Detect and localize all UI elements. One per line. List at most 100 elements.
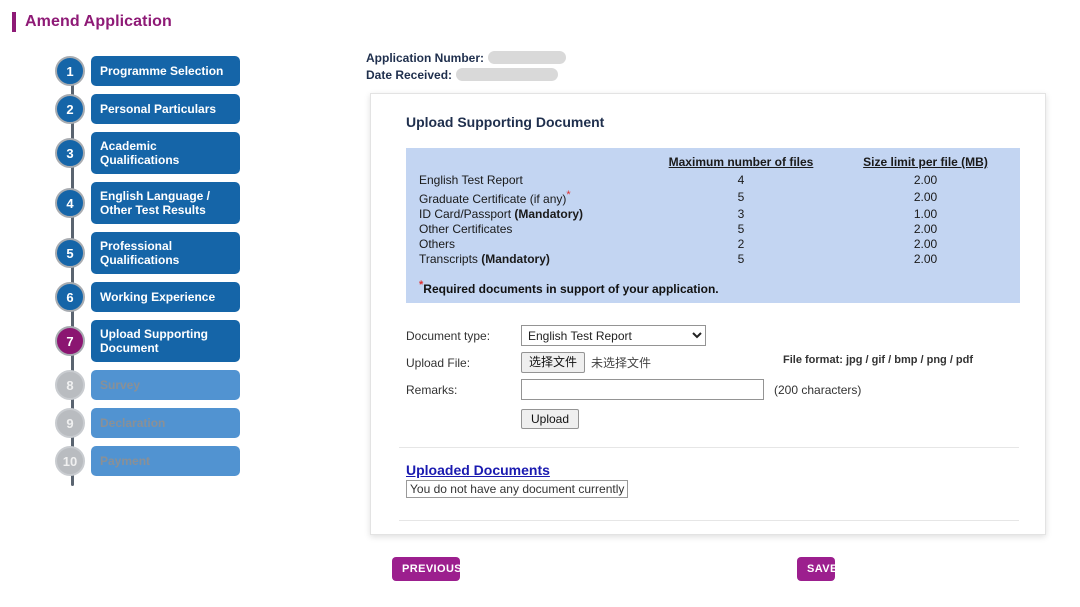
table-cell-max-files: 5 [737, 252, 745, 266]
title-accent-bar [12, 12, 16, 32]
table-cell-size-limit: 2.00 [913, 252, 938, 266]
stepper-number-10: 10 [55, 446, 85, 476]
stepper-label-9: Declaration [91, 408, 240, 438]
document-name-text: Graduate Certificate (if any) [419, 192, 567, 206]
stepper-label-1[interactable]: Programme Selection [91, 56, 240, 86]
remarks-character-hint: (200 characters) [774, 382, 862, 397]
stepper-label-6[interactable]: Working Experience [91, 282, 240, 312]
table-cell-max-files: 2 [737, 237, 745, 251]
choose-file-button[interactable]: 选择文件 [521, 352, 586, 373]
table-row: Transcripts (Mandatory) 5 2.00 [406, 252, 1020, 267]
stepper-label-4[interactable]: English Language / Other Test Results [91, 182, 240, 224]
stepper-number-4: 4 [55, 188, 85, 218]
required-asterisk-icon: * [566, 189, 571, 201]
card-title: Upload Supporting Document [406, 114, 605, 130]
document-name-text: English Test Report [419, 173, 523, 187]
uploaded-documents-heading: Uploaded Documents [406, 462, 550, 478]
stepper-number-9: 9 [55, 408, 85, 438]
upload-button[interactable]: Upload [521, 409, 580, 429]
document-name-text: Other Certificates [419, 222, 513, 236]
date-received-value-redacted [456, 68, 559, 81]
table-cell-size-limit: 2.00 [913, 237, 938, 251]
stepper-item-10: 10 Payment [55, 446, 240, 476]
table-header-row: Maximum number of files Size limit per f… [406, 154, 1020, 173]
column-header-name [406, 154, 651, 173]
document-limits-table: Maximum number of files Size limit per f… [406, 148, 1020, 303]
column-header-size-limit: Size limit per file (MB) [863, 155, 988, 169]
progress-stepper: 1 Programme Selection 2 Personal Particular… [55, 56, 240, 486]
stepper-item-8: 8 Survey [55, 370, 240, 400]
table-note-text: Required documents in support of your ap… [423, 282, 719, 296]
table-cell-size-limit: 2.00 [913, 173, 938, 187]
application-number-row: Application Number: [366, 50, 567, 65]
stepper-label-8: Survey [91, 370, 240, 400]
stepper-item-5[interactable]: 5 Professional Qualifications [55, 232, 240, 274]
column-header-max-files: Maximum number of files [668, 155, 814, 169]
table-row: Others 2 2.00 [406, 237, 1020, 252]
table-cell-document-name: Others [406, 237, 651, 252]
application-number-label: Application Number: [366, 50, 485, 65]
document-mandatory-tag: (Mandatory) [481, 252, 550, 266]
table-cell-max-files: 5 [737, 190, 745, 204]
stepper-number-7: 7 [55, 326, 85, 356]
stepper-item-6[interactable]: 6 Working Experience [55, 282, 240, 312]
table-cell-document-name: Graduate Certificate (if any)* [406, 188, 651, 207]
stepper-label-2[interactable]: Personal Particulars [91, 94, 240, 124]
application-meta: Application Number: Date Received: [366, 50, 567, 84]
page-title: Amend Application [25, 13, 172, 30]
section-divider-bottom [399, 520, 1019, 521]
stepper-item-1[interactable]: 1 Programme Selection [55, 56, 240, 86]
table-cell-size-limit: 1.00 [913, 207, 938, 221]
uploaded-documents-empty-message: You do not have any document currently [406, 480, 629, 498]
table-row: Other Certificates 5 2.00 [406, 222, 1020, 237]
stepper-item-4[interactable]: 4 English Language / Other Test Results [55, 182, 240, 224]
table-required-note: *Required documents in support of your a… [419, 279, 1020, 299]
table-cell-document-name: Other Certificates [406, 222, 651, 237]
stepper-label-5[interactable]: Professional Qualifications [91, 232, 240, 274]
stepper-number-3: 3 [55, 138, 85, 168]
stepper-label-7[interactable]: Upload Supporting Document [91, 320, 240, 362]
table-cell-max-files: 4 [737, 173, 745, 187]
page-title-container: Amend Application [12, 12, 172, 32]
document-name-text: Transcripts [419, 252, 482, 266]
stepper-item-3[interactable]: 3 Academic Qualifications [55, 132, 240, 174]
table-row: English Test Report 4 2.00 [406, 173, 1020, 188]
stepper-item-9: 9 Declaration [55, 408, 240, 438]
table-cell-document-name: ID Card/Passport (Mandatory) [406, 207, 651, 222]
remarks-row: Remarks: (200 characters) [406, 379, 1025, 400]
document-type-label: Document type: [406, 328, 491, 343]
stepper-item-7[interactable]: 7 Upload Supporting Document [55, 320, 240, 362]
document-type-row: Document type: English Test ReportGradua… [406, 325, 1025, 346]
stepper-number-8: 8 [55, 370, 85, 400]
table-cell-document-name: Transcripts (Mandatory) [406, 252, 651, 267]
upload-form: Document type: English Test ReportGradua… [406, 325, 1025, 429]
page-root: Amend Application 1 Programme Selection 2 P… [0, 0, 1080, 607]
remarks-input[interactable] [521, 379, 764, 400]
stepper-number-5: 5 [55, 238, 85, 268]
remarks-label: Remarks: [406, 382, 458, 397]
previous-button[interactable]: PREVIOUS [392, 557, 462, 581]
document-name-text: ID Card/Passport [419, 207, 515, 221]
upload-card: Upload Supporting Document Maximum numbe… [370, 93, 1046, 535]
document-name-text: Others [419, 237, 456, 251]
table-cell-max-files: 3 [737, 207, 745, 221]
table-cell-size-limit: 2.00 [913, 222, 938, 236]
file-input-group[interactable]: 选择文件 未选择文件 [521, 352, 651, 373]
stepper-item-2[interactable]: 2 Personal Particulars [55, 94, 240, 124]
stepper-number-1: 1 [55, 56, 85, 86]
upload-file-label: Upload File: [406, 355, 471, 370]
application-number-value-redacted [488, 51, 567, 64]
table-row: ID Card/Passport (Mandatory) 3 1.00 [406, 207, 1020, 222]
file-status-text: 未选择文件 [591, 356, 652, 370]
section-divider-top [399, 447, 1019, 448]
stepper-number-2: 2 [55, 94, 85, 124]
file-format-hint: File format: jpg / gif / bmp / png / pdf [783, 354, 974, 366]
document-mandatory-tag: (Mandatory) [514, 207, 584, 221]
date-received-label: Date Received: [366, 67, 453, 82]
table-row: Graduate Certificate (if any)* 5 2.00 [406, 188, 1020, 207]
stepper-label-3[interactable]: Academic Qualifications [91, 132, 240, 174]
stepper-number-6: 6 [55, 282, 85, 312]
document-type-select[interactable]: English Test ReportGraduate Certificate … [521, 325, 706, 346]
table-cell-max-files: 5 [737, 222, 745, 236]
save-button[interactable]: SAVE [797, 557, 837, 581]
